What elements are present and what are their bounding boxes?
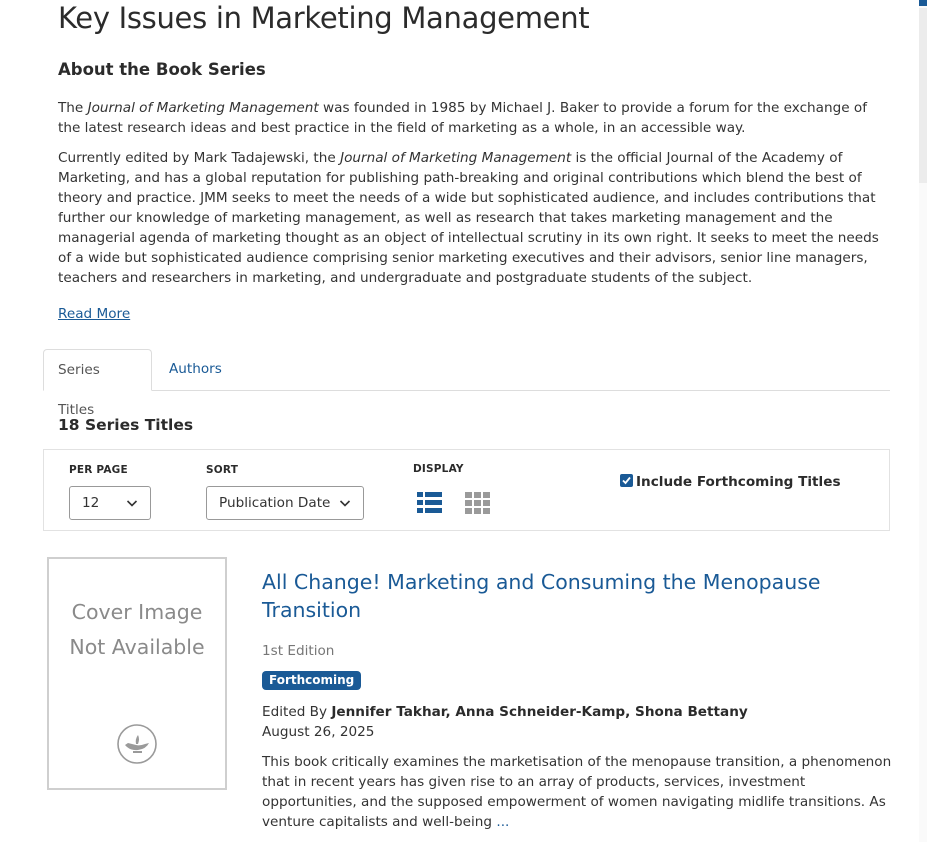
forthcoming-badge: Forthcoming — [262, 671, 362, 690]
forthcoming-checkbox[interactable] — [620, 474, 633, 487]
sort-select[interactable]: Publication Date — [206, 486, 364, 520]
publication-date: August 26, 2025 — [262, 724, 375, 740]
sort-label: SORT — [206, 464, 239, 476]
book-editors: Edited By Jennifer Takhar, Anna Schneide… — [262, 702, 748, 722]
grid-view-icon[interactable] — [465, 491, 490, 514]
results-controls-bar: PER PAGE 12 SORT Publication Date DISPLA… — [43, 449, 890, 531]
book-description-text: This book critically examines the market… — [262, 754, 892, 830]
checkmark-icon — [622, 476, 631, 485]
per-page-select[interactable]: 12 — [69, 486, 151, 520]
page-title: Key Issues in Marketing Management — [58, 1, 590, 35]
cover-text-line-2: Not Available — [69, 635, 205, 659]
series-tabs: Series Titles Authors — [43, 349, 890, 418]
book-edition: 1st Edition — [262, 643, 335, 659]
book-description: This book critically examines the market… — [262, 752, 892, 832]
series-titles-count: 18 Series Titles — [58, 416, 194, 434]
tab-series-titles[interactable]: Series Titles — [43, 349, 152, 418]
tab-authors[interactable]: Authors — [155, 349, 236, 391]
book-title-link[interactable]: All Change! Marketing and Consuming the … — [262, 568, 862, 624]
about-series-heading: About the Book Series — [58, 60, 266, 79]
about-paragraph-2-pre: Currently edited by Mark Tadajewski, the — [58, 150, 341, 166]
list-view-icon[interactable] — [417, 491, 442, 514]
about-paragraph-1: The Journal of Marketing Management was … — [58, 98, 890, 138]
journal-name-italic: Journal of Marketing Management — [87, 100, 319, 116]
chevron-down-icon — [126, 500, 138, 507]
about-paragraph-2-post: is the official Journal of the Academy o… — [58, 150, 879, 286]
description-more-link[interactable]: ... — [496, 814, 509, 830]
about-paragraph-2: Currently edited by Mark Tadajewski, the… — [58, 148, 890, 288]
journal-name-italic: Journal of Marketing Management — [340, 150, 572, 166]
include-forthcoming-toggle[interactable]: Include Forthcoming Titles — [620, 473, 841, 491]
sort-value: Publication Date — [219, 495, 331, 511]
forthcoming-label: Include Forthcoming Titles — [636, 474, 841, 490]
cover-text-line-1: Cover Image — [71, 600, 203, 624]
read-more-link[interactable]: Read More — [58, 304, 130, 324]
publisher-lamp-logo-icon — [117, 724, 157, 764]
display-label: DISPLAY — [413, 463, 464, 475]
scrollbar-thumb[interactable] — [919, 8, 927, 183]
editors-names: Jennifer Takhar, Anna Schneider-Kamp, Sh… — [331, 704, 748, 720]
per-page-label: PER PAGE — [69, 464, 128, 476]
per-page-value: 12 — [82, 495, 100, 511]
chevron-down-icon — [339, 500, 351, 507]
cover-placeholder-text: Cover Image Not Available — [49, 595, 225, 665]
about-paragraph-1-pre: The — [58, 100, 88, 116]
scrollbar-indicator — [919, 0, 927, 6]
editors-prefix: Edited By — [262, 704, 332, 720]
book-cover-placeholder[interactable]: Cover Image Not Available — [47, 557, 227, 790]
